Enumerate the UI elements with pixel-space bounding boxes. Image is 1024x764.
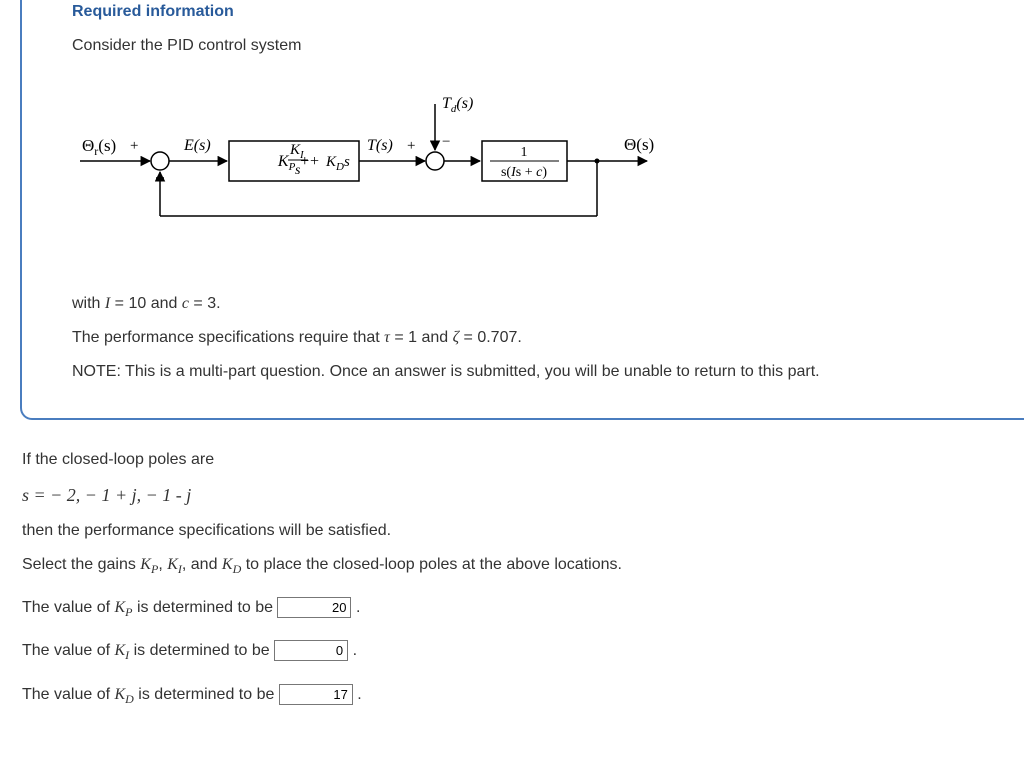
params-text: with I = 10 and c = 3. [72,292,1024,316]
kd-row: The value of KD is determined to be . [22,683,1024,708]
select-prompt: Select the gains KP, KI, and KD to place… [22,553,1024,578]
block-diagram: Θr(s) + E(s) KP + KI s + KDs [72,86,1024,244]
kp-row: The value of KP is determined to be . [22,596,1024,621]
svg-text:+: + [407,138,415,154]
poles-outro: then the performance specifications will… [22,519,1024,543]
svg-text:Td(s): Td(s) [442,95,473,115]
summing-junction-2 [426,152,444,170]
required-info-box: Required information Consider the PID co… [20,0,1024,420]
svg-text:s(Is + c): s(Is + c) [501,165,547,180]
svg-text:s: s [295,163,301,178]
svg-text:−: − [442,134,450,150]
required-info-header: Required information [72,0,1024,24]
poles-equation: s = − 2, − 1 + j, − 1 - j [22,482,1024,509]
ki-input[interactable] [274,640,348,661]
svg-text:E(s): E(s) [183,137,211,154]
svg-text:KDs: KDs [325,154,350,173]
svg-text:T(s): T(s) [367,137,393,154]
svg-text:+: + [310,153,319,170]
svg-text:+: + [130,138,138,154]
kp-input[interactable] [277,597,351,618]
note-text: NOTE: This is a multi-part question. Onc… [72,360,1024,384]
intro-text: Consider the PID control system [72,34,1024,58]
summing-junction-1 [151,152,169,170]
svg-text:Θr(s): Θr(s) [82,136,116,158]
kd-input[interactable] [279,684,353,705]
poles-intro: If the closed-loop poles are [22,448,1024,472]
ki-row: The value of KI is determined to be . [22,639,1024,664]
specs-text: The performance specifications require t… [72,326,1024,350]
svg-text:Θ(s): Θ(s) [624,135,654,154]
svg-text:1: 1 [521,145,528,160]
